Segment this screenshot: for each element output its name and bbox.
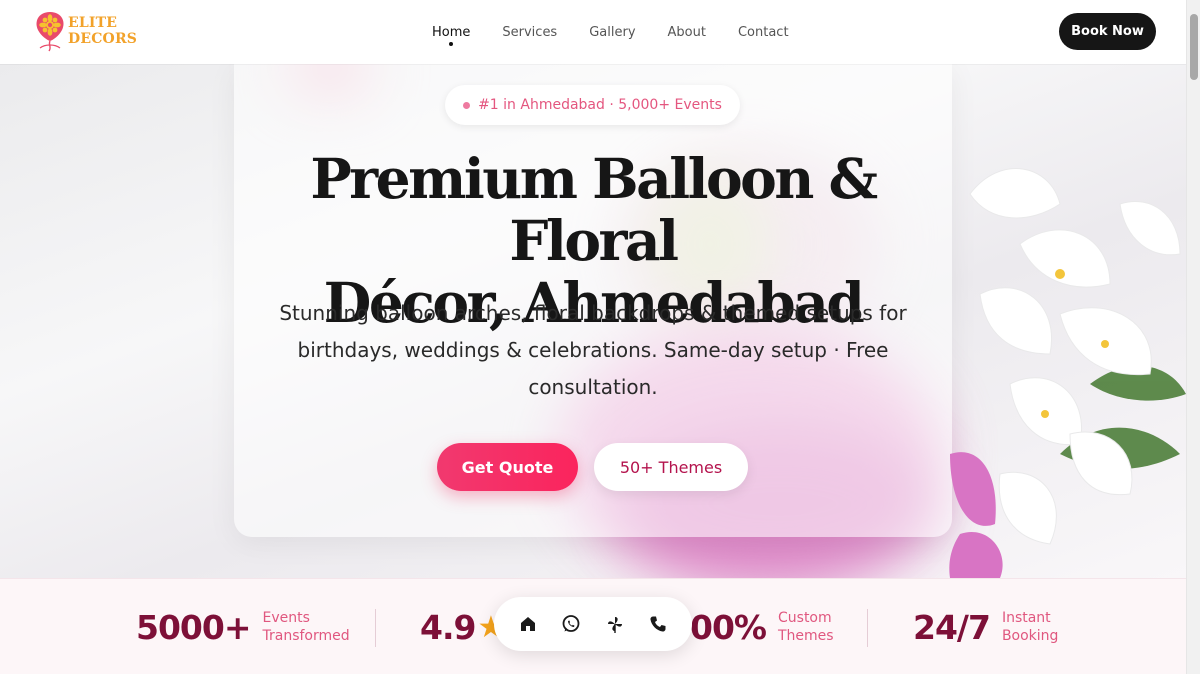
hero-subtitle: Stunning balloon arches, floral backdrop… <box>279 301 907 399</box>
stat-divider <box>867 609 868 647</box>
whatsapp-icon[interactable] <box>554 607 588 641</box>
nav-link-home[interactable]: Home <box>416 0 486 64</box>
nav-link-services[interactable]: Services <box>486 0 573 64</box>
stat-label: Custom Themes <box>778 609 834 645</box>
stat-label-line1: Events <box>262 610 310 626</box>
stat-value: 5000+ <box>136 607 251 647</box>
nav-link-label: Gallery <box>589 24 636 40</box>
stat-rating: 4.9 ★ <box>420 579 504 674</box>
scrollbar-thumb[interactable] <box>1190 14 1198 80</box>
phone-icon[interactable] <box>641 607 675 641</box>
active-indicator-dot <box>449 42 454 46</box>
badge-text: #1 in Ahmedabad · 5,000+ Events <box>478 97 722 113</box>
stat-label-line2: Transformed <box>262 628 350 644</box>
white-flowers-image <box>949 168 1186 578</box>
nav-link-label: Services <box>502 24 558 40</box>
top-nav: ELITE DECORS Home Services Gallery About… <box>0 0 1186 64</box>
page-scrollbar[interactable] <box>1186 0 1200 674</box>
stat-value: 00% <box>690 607 767 647</box>
stat-value: 24/7 <box>913 607 991 647</box>
main-nav-links: Home Services Gallery About Contact <box>416 0 805 64</box>
brand-line2: DECORS <box>68 31 138 47</box>
stat-label-line2: Booking <box>1001 628 1059 644</box>
stat-label-line1: Custom <box>778 610 832 626</box>
stat-value: 4.9 <box>420 607 476 647</box>
pinwheel-icon[interactable] <box>598 607 632 641</box>
nav-link-about[interactable]: About <box>652 0 722 64</box>
hero-badge: #1 in Ahmedabad · 5,000+ Events <box>445 85 740 125</box>
nav-link-label: Contact <box>737 24 789 40</box>
brand-wordmark: ELITE DECORS <box>68 15 137 47</box>
balloon-flower-logo-icon <box>30 8 70 54</box>
badge-dot <box>463 101 471 109</box>
nav-link-label: About <box>667 24 706 40</box>
brand-line1: ELITE <box>68 15 118 31</box>
themes-button[interactable]: 50+ Themes <box>594 443 748 491</box>
stat-label-line2: Themes <box>778 628 834 644</box>
stat-label: Instant Booking <box>1002 609 1059 645</box>
nav-link-label: Home <box>432 24 471 40</box>
stat-events: 5000+ Events Transformed <box>136 579 350 674</box>
hero-section: #1 in Ahmedabad · 5,000+ Events Premium … <box>0 64 1186 578</box>
hero-title-line1: Premium Balloon & Floral <box>310 146 878 273</box>
stat-label-line1: Instant <box>1001 610 1051 626</box>
book-now-button[interactable]: Book Now <box>1059 13 1156 50</box>
nav-link-contact[interactable]: Contact <box>722 0 805 64</box>
stat-label: Events Transformed <box>263 609 350 645</box>
stat-custom-themes: 00% Custom Themes <box>690 579 834 674</box>
stat-booking: 24/7 Instant Booking <box>913 579 1058 674</box>
get-quote-button[interactable]: Get Quote <box>437 443 578 491</box>
home-icon[interactable] <box>511 607 545 641</box>
brand-logo[interactable]: ELITE DECORS <box>30 8 140 54</box>
floating-action-dock <box>494 597 692 651</box>
nav-link-gallery[interactable]: Gallery <box>573 0 651 64</box>
stat-divider <box>375 609 376 647</box>
